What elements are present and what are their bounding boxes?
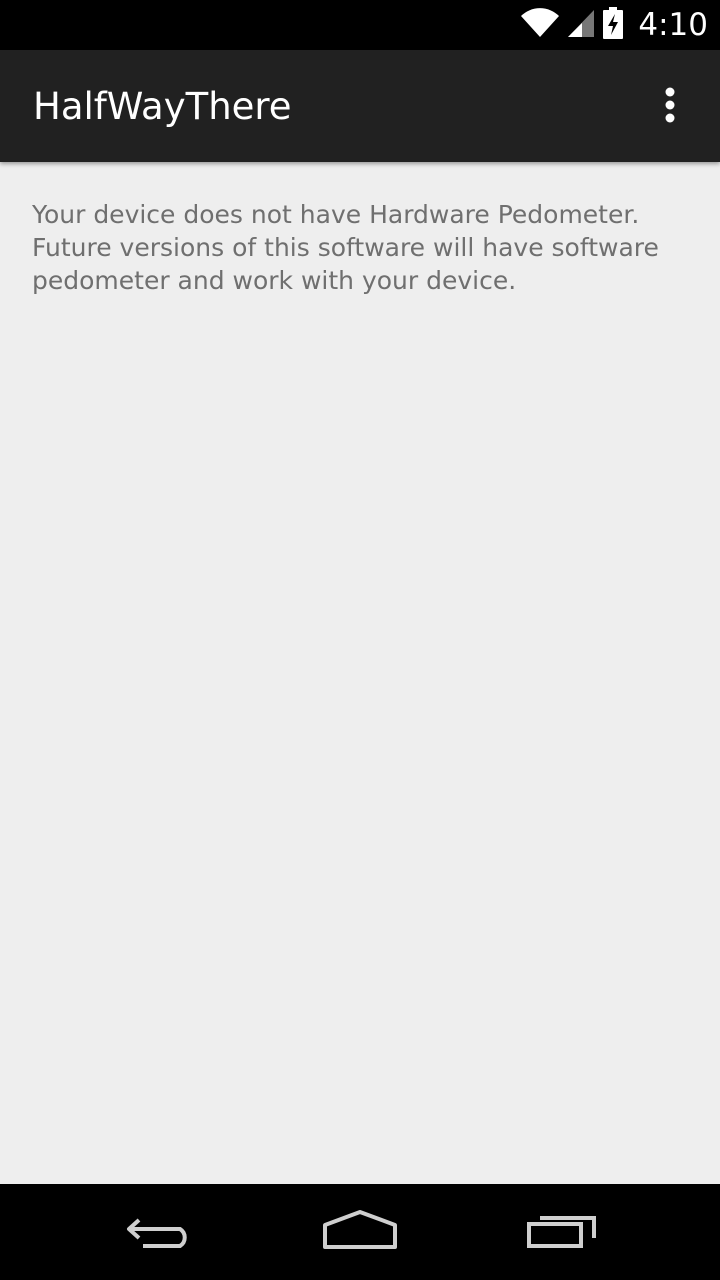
wifi-icon [520, 8, 560, 42]
back-icon [125, 1210, 195, 1254]
app-title: HalfWayThere [33, 85, 292, 128]
recents-button[interactable] [502, 1200, 622, 1264]
back-button[interactable] [100, 1200, 220, 1264]
app-screen: 4:10 HalfWayThere Your device does not h… [0, 0, 720, 1280]
navigation-bar [0, 1184, 720, 1280]
action-bar: HalfWayThere [0, 50, 720, 162]
overflow-menu-icon [664, 87, 676, 127]
battery-charging-icon [602, 7, 624, 43]
status-icons: 4:10 [520, 0, 708, 50]
status-time: 4:10 [638, 7, 708, 43]
recents-icon [526, 1210, 598, 1254]
main-content: Your device does not have Hardware Pedom… [32, 198, 688, 297]
no-pedometer-message: Your device does not have Hardware Pedom… [32, 200, 659, 295]
home-icon [322, 1209, 398, 1255]
home-button[interactable] [300, 1200, 420, 1264]
status-bar: 4:10 [0, 0, 720, 50]
signal-icon [566, 8, 596, 42]
overflow-menu-button[interactable] [642, 82, 698, 132]
